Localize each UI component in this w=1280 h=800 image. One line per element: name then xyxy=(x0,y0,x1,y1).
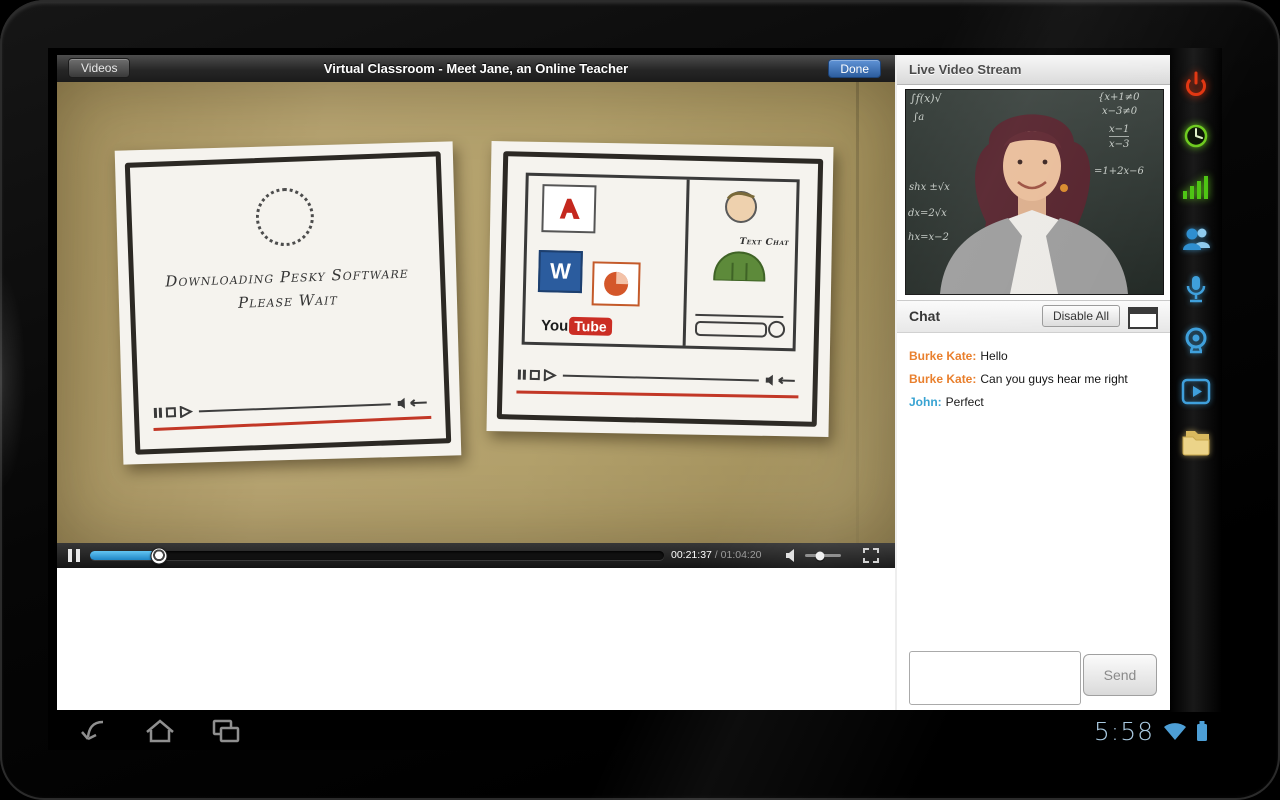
live-video-stream: ∫f(x)√ ∫a {x+1≠0 x−3≠0 x−1 x−3 =1+2x−6 s… xyxy=(905,89,1164,295)
clock-button[interactable] xyxy=(1180,121,1212,151)
text-chat-label: Text Chat xyxy=(739,237,789,248)
folder-icon xyxy=(1180,429,1212,456)
sketch-speaker-icon xyxy=(397,396,431,410)
sketch-line xyxy=(695,314,783,318)
battery-icon xyxy=(1196,720,1208,742)
sketch-wireframe: W YouTube xyxy=(522,173,800,352)
chat-header: Chat Disable All xyxy=(897,300,1172,333)
seek-bar[interactable] xyxy=(90,551,664,560)
live-video-stream-header: Live Video Stream xyxy=(897,55,1172,85)
teacher-portrait xyxy=(906,90,1163,294)
sidebar-toolbar xyxy=(1170,48,1222,712)
cardboard-crease xyxy=(856,82,859,543)
content-whitespace xyxy=(57,568,895,710)
sketch-card-downloading: Downloading Pesky Software Please Wait xyxy=(115,141,462,464)
powerpoint-icon xyxy=(592,261,641,306)
volume-icon[interactable] xyxy=(785,549,799,567)
back-icon xyxy=(77,716,111,746)
wifi-icon xyxy=(1163,721,1187,741)
video-controls-bar: 00:21:37 / 01:04:20 xyxy=(57,543,895,568)
home-button[interactable] xyxy=(142,716,178,746)
recent-apps-icon xyxy=(209,716,243,746)
back-button[interactable] xyxy=(76,716,112,746)
seek-handle[interactable] xyxy=(150,547,167,564)
home-icon xyxy=(143,716,177,746)
recent-apps-button[interactable] xyxy=(208,716,244,746)
power-icon xyxy=(1181,70,1211,100)
volume-handle[interactable] xyxy=(816,551,825,560)
bezel-reflection xyxy=(0,270,26,490)
tablet-device: Videos Virtual Classroom - Meet Jane, an… xyxy=(0,0,1280,800)
person-sketch-icon xyxy=(700,184,780,287)
time-display: 00:21:37 / 01:04:20 xyxy=(671,543,762,568)
android-nav-bar: 5:58 xyxy=(48,712,1222,750)
sketch-frame: W YouTube xyxy=(497,151,823,427)
power-button[interactable] xyxy=(1180,70,1212,100)
chat-messages: Burke Kate:Hello Burke Kate:Can you guys… xyxy=(909,349,1164,418)
sketch-red-underline xyxy=(516,391,798,399)
pause-button[interactable] xyxy=(68,549,82,562)
sketch-card-wireframe: W YouTube xyxy=(486,141,833,437)
sketch-spinner-icon xyxy=(255,187,315,247)
sketch-red-underline xyxy=(153,416,431,431)
screen: Videos Virtual Classroom - Meet Jane, an… xyxy=(48,48,1222,750)
sketch-send-dot xyxy=(768,321,785,338)
sketch-text-chat-column: Text Chat xyxy=(683,180,797,349)
pdf-icon xyxy=(541,184,596,233)
chat-message: Burke Kate:Hello xyxy=(909,349,1164,363)
sketch-transport-icons xyxy=(153,405,193,418)
chat-message: Burke Kate:Can you guys hear me right xyxy=(909,372,1164,386)
sketch-frame: Downloading Pesky Software Please Wait xyxy=(125,151,451,454)
files-button[interactable] xyxy=(1180,427,1212,457)
sketch-text-line2: Please Wait xyxy=(135,286,441,315)
disable-all-button[interactable]: Disable All xyxy=(1042,305,1120,327)
video-library-button[interactable] xyxy=(1180,376,1212,406)
seek-progress-fill xyxy=(90,551,159,560)
status-tray: 5:58 xyxy=(1094,712,1208,750)
video-player-icon xyxy=(1181,378,1211,405)
webcam-button[interactable] xyxy=(1180,325,1212,355)
send-button[interactable]: Send xyxy=(1083,654,1157,696)
chat-message: John:Perfect xyxy=(909,395,1164,409)
microphone-icon xyxy=(1181,274,1211,304)
page-title: Virtual Classroom - Meet Jane, an Online… xyxy=(57,55,895,82)
signal-bars-icon xyxy=(1181,174,1211,200)
youtube-logo: YouTube xyxy=(541,316,612,336)
app-top-bar: Videos Virtual Classroom - Meet Jane, an… xyxy=(57,55,895,83)
word-icon: W xyxy=(538,250,583,293)
sketch-chat-input xyxy=(695,321,767,338)
signal-button[interactable] xyxy=(1180,172,1212,202)
sketch-player-bar xyxy=(153,396,431,419)
video-player-viewport[interactable]: Downloading Pesky Software Please Wait xyxy=(57,82,895,543)
clock-icon xyxy=(1181,121,1211,151)
chat-title: Chat xyxy=(909,301,940,332)
microphone-button[interactable] xyxy=(1180,274,1212,304)
webcam-icon xyxy=(1181,325,1211,355)
sketch-player-bar xyxy=(517,368,799,388)
volume-slider[interactable] xyxy=(805,554,841,557)
done-button[interactable]: Done xyxy=(828,59,881,78)
right-panel: Live Video Stream ∫f(x)√ ∫a {x+1≠0 x−3≠0… xyxy=(895,55,1172,710)
fullscreen-button[interactable] xyxy=(863,548,879,568)
participants-button[interactable] xyxy=(1180,223,1212,253)
users-icon xyxy=(1181,225,1211,251)
status-time: 5:58 xyxy=(1094,717,1154,746)
popout-window-icon[interactable] xyxy=(1128,307,1158,329)
chat-input[interactable] xyxy=(909,651,1081,705)
